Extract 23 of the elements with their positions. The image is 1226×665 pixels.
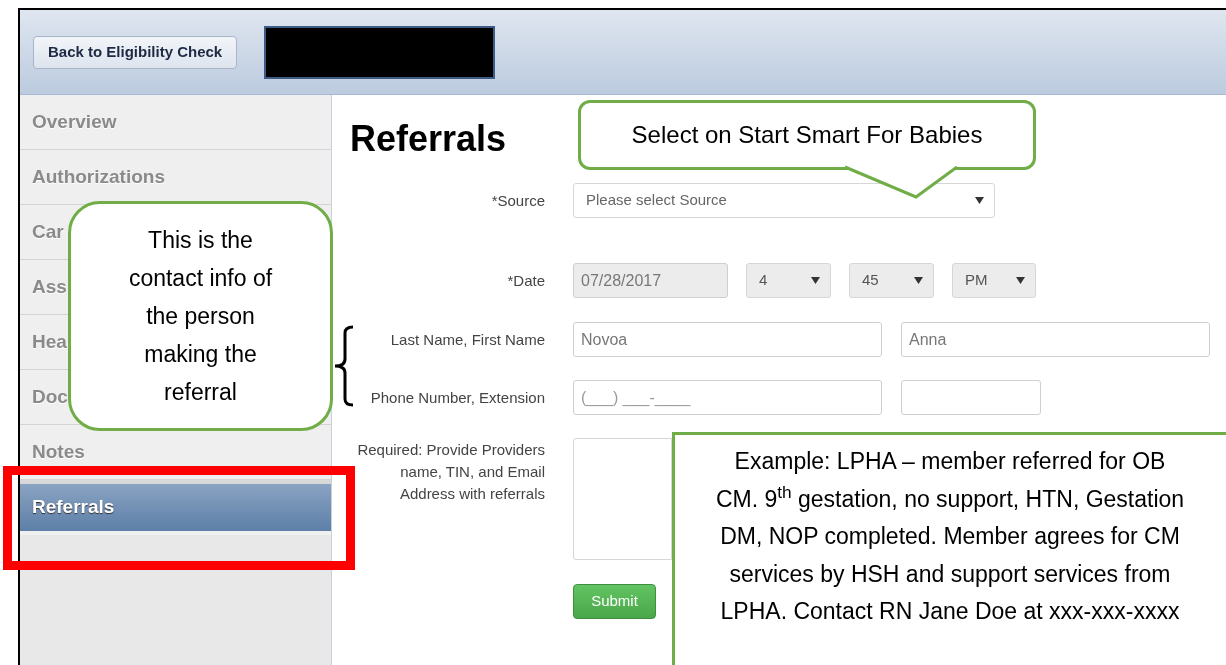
sidebar-item[interactable]: Authorizations [20,150,331,205]
brace-icon [333,325,355,407]
input-field[interactable]: Anna [901,322,1210,357]
field-label: Phone Number, Extension [369,388,545,408]
field-label: *Date [506,271,545,291]
sidebar-item[interactable]: Overview [20,95,331,150]
callout-tooltip: This is the contact info of the person making the referral [68,201,333,431]
text-area[interactable] [573,438,672,560]
input-field[interactable] [901,380,1041,415]
caret-icon [975,197,984,204]
callout-tooltip: Example: LPHA – member referred for OB CM. 9$^{th}$ gestation, no support, HTN, Gestation DM, NOP completed. Member agrees for CM services by HSH and support services from LPHA. Contact RN Jane Doe at xxx-xxx-xxxx [672,432,1226,665]
input-field[interactable]: (___) ___-____ [573,380,882,415]
caret-icon [1016,277,1025,284]
back-button[interactable]: Back to Eligibility Check [33,35,238,69]
sidebar-item[interactable]: Referrals [20,480,331,535]
page-title: Referrals [350,117,507,161]
field-label: *Source [490,191,545,211]
field-label: Last Name, First Name [389,330,545,350]
submit-button[interactable]: Submit [573,584,656,619]
field-label: Required: Provide Providers name, TIN, and Email Address with referrals [356,440,545,504]
caret-icon [914,277,923,284]
input-field[interactable]: Novoa [573,322,882,357]
caret-icon [811,277,820,284]
